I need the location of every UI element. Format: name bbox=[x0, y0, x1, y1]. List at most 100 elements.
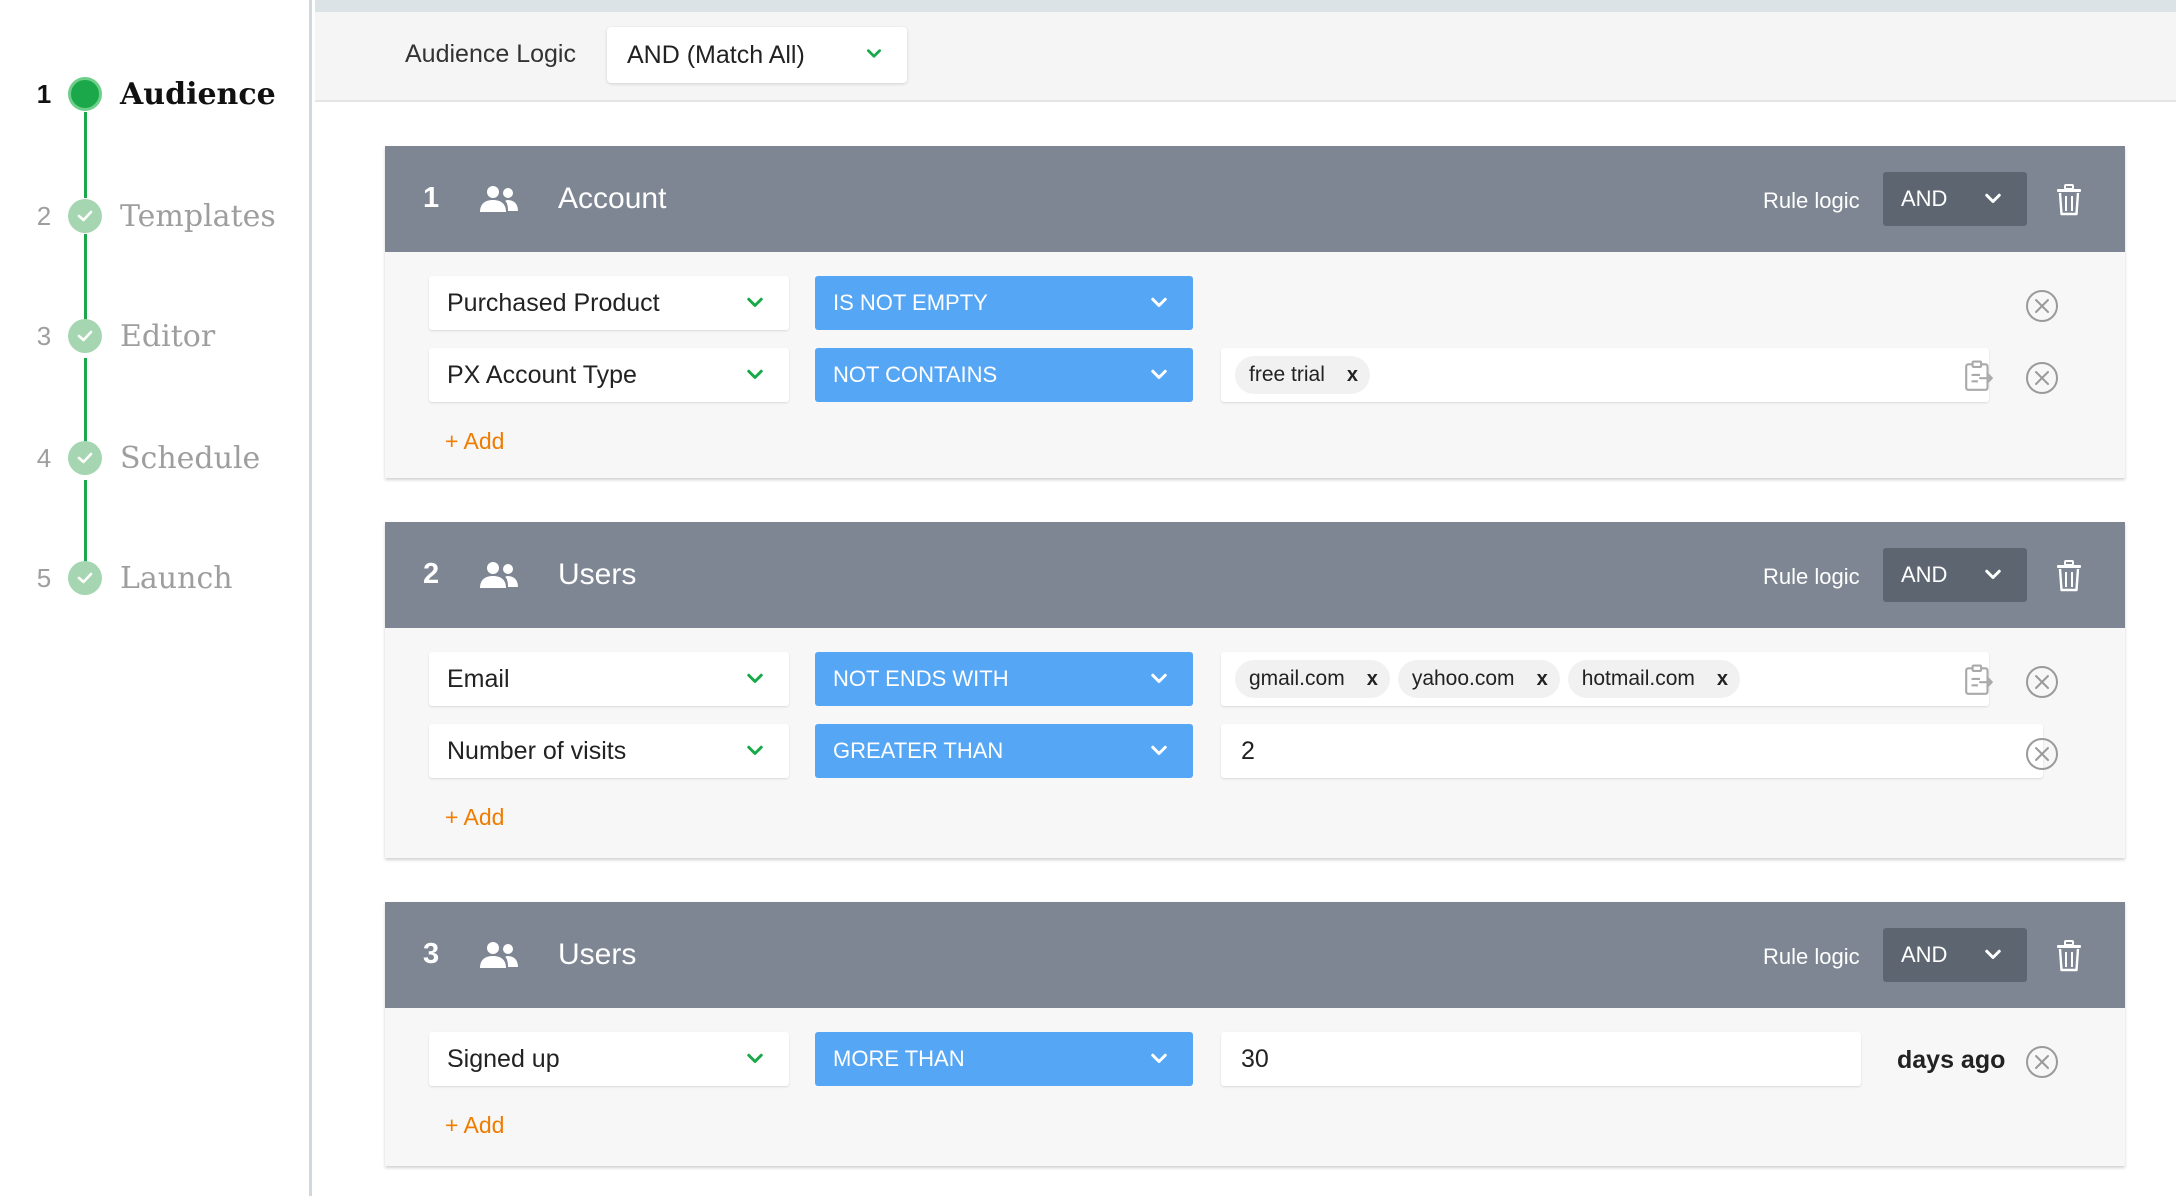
step-label: Templates bbox=[120, 198, 276, 234]
chevron-down-icon bbox=[1983, 189, 2003, 209]
rule-logic-value: AND bbox=[1901, 186, 1948, 211]
operator-dropdown[interactable]: NOT ENDS WITH bbox=[815, 652, 1193, 706]
tag-text: gmail.com bbox=[1249, 667, 1345, 690]
tag-chip: free trial x bbox=[1235, 356, 1370, 394]
rule-group-header: 2 Users Rule logic AND bbox=[385, 522, 2125, 628]
add-rule-button[interactable]: + Add bbox=[445, 428, 504, 455]
group-number: 3 bbox=[423, 938, 440, 970]
chevron-down-icon bbox=[1149, 669, 1169, 689]
tag-text: hotmail.com bbox=[1581, 667, 1695, 690]
close-circle-icon[interactable] bbox=[2025, 361, 2059, 395]
group-title: Users bbox=[558, 938, 637, 971]
field-value: PX Account Type bbox=[447, 360, 637, 389]
check-icon bbox=[68, 199, 102, 233]
field-value: Email bbox=[447, 664, 510, 693]
check-icon bbox=[68, 319, 102, 353]
step-audience[interactable]: 1 Audience bbox=[0, 64, 312, 124]
rule-logic-dropdown[interactable]: AND bbox=[1883, 548, 2027, 602]
check-icon bbox=[68, 441, 102, 475]
field-dropdown[interactable]: PX Account Type bbox=[429, 348, 789, 402]
check-icon bbox=[68, 561, 102, 595]
rule-group-1: 1 Account Rule logic AND Purchased Produ… bbox=[385, 146, 2125, 478]
add-rule-button[interactable]: + Add bbox=[445, 1112, 504, 1139]
operator-dropdown[interactable]: IS NOT EMPTY bbox=[815, 276, 1193, 330]
close-circle-icon[interactable] bbox=[2025, 1045, 2059, 1079]
rule-row: Signed up MORE THAN 30 days ago bbox=[429, 1032, 2109, 1086]
value-suffix: days ago bbox=[1897, 1046, 2006, 1074]
chevron-down-icon bbox=[1149, 1049, 1169, 1069]
rule-groups-container: 1 Account Rule logic AND Purchased Produ… bbox=[315, 102, 2176, 1196]
group-number: 2 bbox=[423, 558, 440, 590]
rule-row: PX Account Type NOT CONTAINS free trial x bbox=[429, 348, 2109, 402]
close-circle-icon[interactable] bbox=[2025, 289, 2059, 323]
field-value: Signed up bbox=[447, 1044, 560, 1073]
operator-value: IS NOT EMPTY bbox=[833, 290, 988, 315]
rule-logic-dropdown[interactable]: AND bbox=[1883, 172, 2027, 226]
tag-chip: hotmail.com x bbox=[1567, 660, 1741, 698]
field-dropdown[interactable]: Signed up bbox=[429, 1032, 789, 1086]
step-active-dot bbox=[68, 77, 102, 111]
step-label: Schedule bbox=[120, 440, 261, 476]
tag-remove-button[interactable]: x bbox=[1347, 364, 1358, 387]
trash-icon[interactable] bbox=[2055, 940, 2083, 972]
operator-dropdown[interactable]: NOT CONTAINS bbox=[815, 348, 1193, 402]
rule-group-3: 3 Users Rule logic AND Signed up MORE TH… bbox=[385, 902, 2125, 1166]
operator-value: GREATER THAN bbox=[833, 738, 1004, 763]
group-number: 1 bbox=[423, 182, 440, 214]
step-label: Editor bbox=[120, 318, 216, 354]
field-value: Number of visits bbox=[447, 736, 627, 765]
close-circle-icon[interactable] bbox=[2025, 737, 2059, 771]
tag-chip: yahoo.com x bbox=[1397, 660, 1560, 698]
operator-value: NOT ENDS WITH bbox=[833, 666, 1009, 691]
group-title: Users bbox=[558, 558, 637, 591]
step-number: 2 bbox=[36, 200, 52, 231]
close-circle-icon[interactable] bbox=[2025, 665, 2059, 699]
audience-logic-label: Audience Logic bbox=[405, 40, 576, 68]
field-dropdown[interactable]: Email bbox=[429, 652, 789, 706]
operator-value: MORE THAN bbox=[833, 1046, 965, 1071]
tag-input[interactable]: gmail.com x yahoo.com x hotmail.com x bbox=[1221, 652, 1989, 706]
audience-logic-bar: Audience Logic AND (Match All) bbox=[315, 12, 2176, 102]
field-dropdown[interactable]: Purchased Product bbox=[429, 276, 789, 330]
users-group-icon bbox=[477, 940, 521, 970]
tag-remove-button[interactable]: x bbox=[1367, 668, 1378, 691]
operator-dropdown[interactable]: GREATER THAN bbox=[815, 724, 1193, 778]
step-number: 5 bbox=[36, 562, 52, 593]
value-text: 2 bbox=[1241, 736, 1255, 765]
tag-remove-button[interactable]: x bbox=[1717, 668, 1728, 691]
step-number: 1 bbox=[36, 78, 52, 109]
rule-row: Email NOT ENDS WITH gmail.com x yahoo.com… bbox=[429, 652, 2109, 706]
step-label: Audience bbox=[120, 76, 276, 112]
trash-icon[interactable] bbox=[2055, 560, 2083, 592]
rule-logic-dropdown[interactable]: AND bbox=[1883, 928, 2027, 982]
group-title: Account bbox=[558, 182, 667, 215]
chevron-down-icon bbox=[865, 45, 883, 63]
chevron-down-icon bbox=[745, 365, 765, 385]
chevron-down-icon bbox=[1149, 293, 1169, 313]
step-schedule[interactable]: 4 Schedule bbox=[0, 428, 312, 488]
step-templates[interactable]: 2 Templates bbox=[0, 186, 312, 246]
operator-dropdown[interactable]: MORE THAN bbox=[815, 1032, 1193, 1086]
rule-logic-label: Rule logic bbox=[1763, 944, 1860, 969]
rule-logic-label: Rule logic bbox=[1763, 564, 1860, 589]
step-launch[interactable]: 5 Launch bbox=[0, 548, 312, 608]
field-value: Purchased Product bbox=[447, 288, 660, 317]
audience-logic-dropdown[interactable]: AND (Match All) bbox=[607, 27, 907, 83]
operator-value: NOT CONTAINS bbox=[833, 362, 998, 387]
paste-list-icon[interactable] bbox=[1963, 664, 1995, 696]
trash-icon[interactable] bbox=[2055, 184, 2083, 216]
field-dropdown[interactable]: Number of visits bbox=[429, 724, 789, 778]
chevron-down-icon bbox=[1983, 945, 2003, 965]
tag-input[interactable]: free trial x bbox=[1221, 348, 1989, 402]
rule-row: Number of visits GREATER THAN 2 bbox=[429, 724, 2109, 778]
value-input[interactable]: 30 bbox=[1221, 1032, 1861, 1086]
step-editor[interactable]: 3 Editor bbox=[0, 306, 312, 366]
tag-remove-button[interactable]: x bbox=[1537, 668, 1548, 691]
rule-group-header: 3 Users Rule logic AND bbox=[385, 902, 2125, 1008]
add-rule-button[interactable]: + Add bbox=[445, 804, 504, 831]
paste-list-icon[interactable] bbox=[1963, 360, 1995, 392]
rule-logic-value: AND bbox=[1901, 562, 1948, 587]
users-group-icon bbox=[477, 184, 521, 214]
chevron-down-icon bbox=[745, 741, 765, 761]
value-input[interactable]: 2 bbox=[1221, 724, 2043, 778]
